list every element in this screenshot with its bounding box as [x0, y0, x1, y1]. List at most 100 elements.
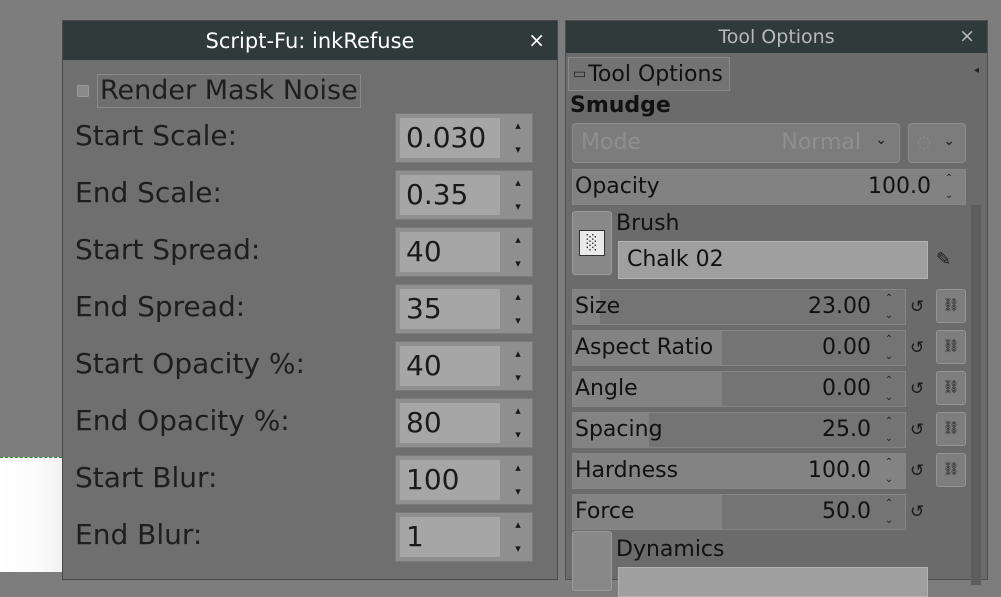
end-spread-spinbutton[interactable]: 35 ▴ ▾ — [395, 284, 533, 334]
start-blur-spinbutton[interactable]: 100 ▴ ▾ — [395, 455, 533, 505]
spin-down-icon[interactable]: ▾ — [504, 537, 532, 561]
opacity-label: Opacity — [575, 174, 660, 199]
spin-up-icon[interactable]: ▴ — [504, 114, 532, 138]
mode-select[interactable]: Mode Normal ⌄ — [572, 123, 900, 163]
start-opacity-spinbutton[interactable]: 40 ▴ ▾ — [395, 341, 533, 391]
composite-mode-button[interactable]: ◌ ⌄ — [908, 123, 966, 163]
chevron-down-icon[interactable]: ⌄ — [877, 512, 901, 529]
spacing-slider[interactable]: Spacing 25.0 ⌃ ⌄ — [572, 412, 906, 448]
link-to-brush-icon[interactable]: ⛓ — [936, 289, 966, 323]
aspect-ratio-slider[interactable]: Aspect Ratio 0.00 ⌃ ⌄ — [572, 330, 906, 366]
end-opacity-spinbutton[interactable]: 80 ▴ ▾ — [395, 398, 533, 448]
force-stepper[interactable]: ⌃ ⌄ — [877, 495, 901, 529]
start-spread-spinbutton[interactable]: 40 ▴ ▾ — [395, 227, 533, 277]
end-blur-spinbutton[interactable]: 1 ▴ ▾ — [395, 512, 533, 562]
spin-up-icon[interactable]: ▴ — [504, 342, 532, 366]
reset-icon[interactable]: ↺ — [910, 297, 924, 317]
close-icon[interactable]: × — [959, 25, 975, 47]
brush-name-field[interactable]: Chalk 02 — [618, 241, 928, 279]
dock-scrollbar[interactable] — [971, 205, 981, 585]
reset-icon[interactable]: ↺ — [910, 461, 924, 481]
chevron-up-icon[interactable]: ⌃ — [877, 495, 901, 512]
start-opacity-input[interactable]: 40 — [400, 346, 500, 386]
spin-down-icon[interactable]: ▾ — [504, 195, 532, 219]
force-slider[interactable]: Force 50.0 ⌃ ⌄ — [572, 494, 906, 530]
dynamics-preview-button[interactable] — [572, 531, 612, 591]
chevron-up-icon[interactable]: ⌃ — [877, 454, 901, 471]
start-scale-spinbutton[interactable]: 0.030 ▴ ▾ — [395, 113, 533, 163]
render-mask-noise-checkbox[interactable] — [77, 85, 89, 97]
render-mask-noise-label[interactable]: Render Mask Noise — [97, 74, 361, 108]
dialog-titlebar[interactable]: Script-Fu: inkRefuse × — [63, 21, 557, 60]
spin-up-icon[interactable]: ▴ — [504, 228, 532, 252]
chevron-up-icon[interactable]: ⌃ — [877, 413, 901, 430]
spin-up-icon[interactable]: ▴ — [504, 513, 532, 537]
end-blur-input[interactable]: 1 — [400, 517, 500, 557]
start-spread-input[interactable]: 40 — [400, 232, 500, 272]
chevron-down-icon[interactable]: ⌄ — [877, 389, 901, 406]
size-stepper[interactable]: ⌃ ⌄ — [877, 290, 901, 324]
link-to-brush-icon[interactable]: ⛓ — [936, 412, 966, 446]
spin-up-icon[interactable]: ▴ — [504, 171, 532, 195]
reset-icon[interactable]: ↺ — [910, 379, 924, 399]
chevron-up-icon[interactable]: ⌃ — [877, 372, 901, 389]
close-icon[interactable]: × — [528, 28, 545, 52]
param-row-end-spread: End Spread: 35 ▴ ▾ — [75, 284, 535, 336]
render-mask-noise-option[interactable]: Render Mask Noise — [77, 73, 361, 109]
param-label: Start Blur: — [75, 461, 218, 494]
chevron-down-icon[interactable]: ⌄ — [877, 471, 901, 488]
spin-up-icon[interactable]: ▴ — [504, 456, 532, 480]
brush-preview-button[interactable]: ░ — [572, 211, 612, 275]
hardness-stepper[interactable]: ⌃ ⌄ — [877, 454, 901, 488]
spin-down-icon[interactable]: ▾ — [504, 138, 532, 162]
reset-icon[interactable]: ↺ — [910, 420, 924, 440]
spin-down-icon[interactable]: ▾ — [504, 309, 532, 333]
edit-brush-icon[interactable]: ✎ — [936, 249, 951, 270]
force-label: Force — [575, 499, 635, 524]
reset-icon[interactable]: ↺ — [910, 338, 924, 358]
link-to-brush-icon[interactable]: ⛓ — [936, 330, 966, 364]
end-spread-input[interactable]: 35 — [400, 289, 500, 329]
link-to-brush-icon[interactable]: ⛓ — [936, 453, 966, 487]
spin-down-icon[interactable]: ▾ — [504, 366, 532, 390]
hardness-slider[interactable]: Hardness 100.0 ⌃ ⌄ — [572, 453, 906, 489]
link-to-brush-icon[interactable]: ⛓ — [936, 371, 966, 405]
param-label: Start Opacity %: — [75, 347, 305, 380]
dynamics-name-field[interactable] — [618, 567, 928, 597]
spin-down-icon[interactable]: ▾ — [504, 423, 532, 447]
spin-up-icon[interactable]: ▴ — [504, 399, 532, 423]
start-blur-input[interactable]: 100 — [400, 460, 500, 500]
start-scale-input[interactable]: 0.030 — [400, 118, 500, 158]
chevron-down-icon[interactable]: ⌄ — [937, 187, 961, 204]
chevron-down-icon[interactable]: ⌄ — [877, 348, 901, 365]
spin-down-icon[interactable]: ▾ — [504, 252, 532, 276]
aspect-ratio-stepper[interactable]: ⌃ ⌄ — [877, 331, 901, 365]
size-slider[interactable]: Size 23.00 ⌃ ⌄ — [572, 289, 906, 325]
angle-stepper[interactable]: ⌃ ⌄ — [877, 372, 901, 406]
chevron-down-icon[interactable]: ⌄ — [877, 430, 901, 447]
tool-name: Smudge — [570, 93, 671, 118]
tab-tool-options[interactable]: ▭ Tool Options — [568, 57, 730, 91]
tool-options-dock: Tool Options × ▭ Tool Options ◂ Smudge M… — [565, 20, 988, 597]
image-canvas-preview[interactable] — [0, 457, 62, 572]
angle-slider[interactable]: Angle 0.00 ⌃ ⌄ — [572, 371, 906, 407]
chevron-down-icon[interactable]: ⌄ — [877, 307, 901, 324]
spacing-stepper[interactable]: ⌃ ⌄ — [877, 413, 901, 447]
opacity-slider[interactable]: Opacity 100.0 ⌃ ⌄ — [572, 169, 966, 205]
opacity-stepper[interactable]: ⌃ ⌄ — [937, 170, 961, 204]
chevron-up-icon[interactable]: ⌃ — [877, 290, 901, 307]
dock-menu-icon[interactable]: ◂ — [974, 65, 979, 76]
chevron-up-icon[interactable]: ⌃ — [937, 170, 961, 187]
hardness-label: Hardness — [575, 458, 679, 483]
reset-icon[interactable]: ↺ — [910, 502, 924, 522]
dynamics-heading: Dynamics — [616, 537, 725, 562]
brush-preview-icon: ░ — [579, 230, 605, 256]
dock-titlebar[interactable]: Tool Options × — [566, 21, 987, 53]
brush-heading: Brush — [616, 211, 680, 236]
chevron-up-icon[interactable]: ⌃ — [877, 331, 901, 348]
spin-up-icon[interactable]: ▴ — [504, 285, 532, 309]
spin-down-icon[interactable]: ▾ — [504, 480, 532, 504]
end-scale-input[interactable]: 0.35 — [400, 175, 500, 215]
end-scale-spinbutton[interactable]: 0.35 ▴ ▾ — [395, 170, 533, 220]
end-opacity-input[interactable]: 80 — [400, 403, 500, 443]
